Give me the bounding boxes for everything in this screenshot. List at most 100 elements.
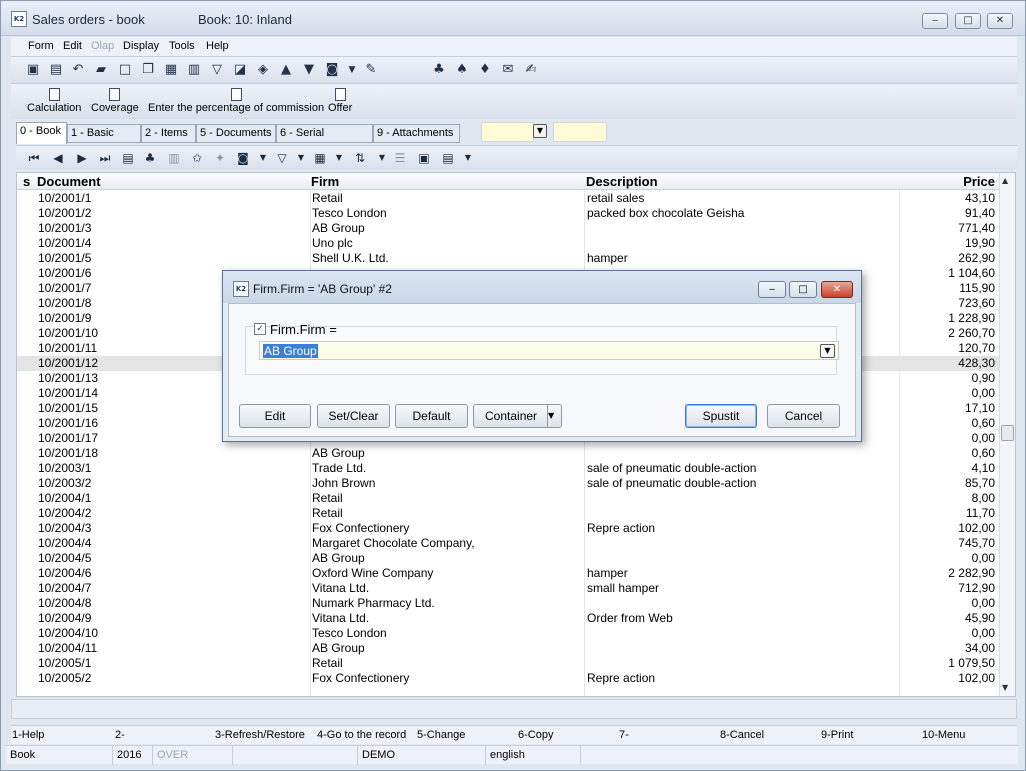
fkey-menu[interactable]: 10-Menu xyxy=(922,729,965,741)
edit-button[interactable]: Edit xyxy=(239,404,311,428)
dialog-close-button[interactable]: ✕ xyxy=(821,281,853,298)
column-document[interactable]: Document xyxy=(37,174,101,189)
table-row[interactable]: 10/2001/2 Tesco London packed box chocolat… xyxy=(17,206,1000,221)
open-folder-icon[interactable]: ▰ xyxy=(93,62,109,78)
minimize-button[interactable]: ‒ xyxy=(922,13,948,29)
find-next-icon[interactable]: ♠ xyxy=(454,62,470,78)
menu-help[interactable]: Help xyxy=(206,40,229,52)
calculation-button[interactable]: Calculation xyxy=(27,88,81,114)
binoculars-icon[interactable]: ♣ xyxy=(142,150,158,166)
fkey-print[interactable]: 9-Print xyxy=(821,729,853,741)
column-price[interactable]: Price xyxy=(901,174,995,189)
table-row[interactable]: 10/2004/4 Margaret Chocolate Company, 745,… xyxy=(17,536,1000,551)
first-record-icon[interactable]: ⏮ xyxy=(26,150,42,166)
vertical-scrollbar[interactable]: ▲ ▼ xyxy=(999,173,1015,696)
paste-icon[interactable]: ▦ xyxy=(163,62,179,78)
camera-dropdown-icon[interactable]: ▼ xyxy=(255,150,271,166)
edit-icon[interactable]: ✍ xyxy=(523,62,539,78)
next-record-icon[interactable]: ▶ xyxy=(74,150,90,166)
table-row[interactable]: 10/2005/1 Retail 1 079,50 xyxy=(17,656,1000,671)
dialog-maximize-button[interactable]: □ xyxy=(789,281,817,298)
dialog-minimize-button[interactable]: ‒ xyxy=(758,281,786,298)
fkey-cancel[interactable]: 8-Cancel xyxy=(720,729,764,741)
menu-edit[interactable]: Edit xyxy=(63,40,82,52)
fkey-refresh[interactable]: 3-Refresh/Restore xyxy=(215,729,305,741)
scroll-up-icon[interactable]: ▲ xyxy=(1002,176,1008,185)
default-button[interactable]: Default xyxy=(395,404,468,428)
table-row[interactable]: 10/2004/6 Oxford Wine Company hamper 2 282,… xyxy=(17,566,1000,581)
fkey-help[interactable]: 1-Help xyxy=(12,729,44,741)
column-s[interactable]: s xyxy=(23,174,30,189)
table-row[interactable]: 10/2003/2 John Brown sale of pneumatic dou… xyxy=(17,476,1000,491)
menu-tools[interactable]: Tools xyxy=(169,40,195,52)
set-clear-button[interactable]: Set/Clear xyxy=(317,404,390,428)
table-row[interactable]: 10/2004/7 Vitana Ltd. small hamper 712,90 xyxy=(17,581,1000,596)
find-all-icon[interactable]: ♦ xyxy=(477,62,493,78)
report-icon[interactable]: ▤ xyxy=(120,150,136,166)
filter-icon[interactable]: ▽ xyxy=(209,62,225,78)
table-row[interactable]: 10/2001/5 Shell U.K. Ltd. hamper 262,90 xyxy=(17,251,1000,266)
scroll-thumb[interactable] xyxy=(1001,425,1014,441)
menu-form[interactable]: Form xyxy=(28,40,54,52)
close-button[interactable]: ✕ xyxy=(987,13,1013,29)
filter-clear-icon[interactable]: ◪ xyxy=(232,62,248,78)
tab-documents[interactable]: 5 - Documents xyxy=(196,124,276,143)
table-row[interactable]: 10/2004/10 Tesco London 0,00 xyxy=(17,626,1000,641)
arrow-up-icon[interactable]: ▲ xyxy=(278,62,294,78)
tab-basic-data[interactable]: 1 - Basic data xyxy=(67,124,141,156)
coverage-button[interactable]: Coverage xyxy=(91,88,139,114)
find-icon[interactable]: ♣ xyxy=(431,62,447,78)
camera-dropdown-icon[interactable]: ▼ xyxy=(344,62,360,78)
cancel-button[interactable]: Cancel xyxy=(767,404,840,428)
table-row[interactable]: 10/2004/8 Numark Pharmacy Ltd. 0,00 xyxy=(17,596,1000,611)
table-row[interactable]: 10/2004/9 Vitana Ltd. Order from Web 45,90 xyxy=(17,611,1000,626)
camera-icon[interactable]: ◙ xyxy=(235,150,251,166)
fkey-copy[interactable]: 6-Copy xyxy=(518,729,553,741)
star-icon[interactable]: ✩ xyxy=(189,150,205,166)
container-dropdown-icon[interactable]: ▼ xyxy=(547,405,561,427)
column-firm[interactable]: Firm xyxy=(311,174,339,189)
fkey-7[interactable]: 7- xyxy=(619,729,629,741)
copy-icon[interactable]: ❐ xyxy=(140,62,156,78)
export-icon[interactable]: ▣ xyxy=(416,150,432,166)
camera-icon[interactable]: ◙ xyxy=(324,62,340,78)
horizontal-scrollbar[interactable] xyxy=(11,699,1017,719)
firm-checkbox[interactable]: ✓ xyxy=(254,323,266,335)
fkey-2[interactable]: 2- xyxy=(115,729,125,741)
filter-icon[interactable]: ▽ xyxy=(274,150,290,166)
tools-icon[interactable]: ✎ xyxy=(363,62,379,78)
list-dropdown-icon[interactable]: ▼ xyxy=(460,150,476,166)
table-row[interactable]: 10/2004/2 Retail 11,70 xyxy=(17,506,1000,521)
scroll-down-icon[interactable]: ▼ xyxy=(1002,683,1008,692)
table-row[interactable]: 10/2001/1 Retail retail sales 43,10 xyxy=(17,191,1000,206)
table-row[interactable]: 10/2001/3 AB Group 771,40 xyxy=(17,221,1000,236)
tab-book[interactable]: 0 - Book xyxy=(16,122,67,144)
mail-icon[interactable]: ✉ xyxy=(500,62,516,78)
save-as-icon[interactable]: ▤ xyxy=(48,62,64,78)
sort-dropdown-icon[interactable]: ▼ xyxy=(374,150,390,166)
fkey-go-to-record[interactable]: 4-Go to the record xyxy=(317,729,406,741)
last-record-icon[interactable]: ⏭ xyxy=(97,150,113,166)
table-row[interactable]: 10/2005/2 Fox Confectionery Repre action 10… xyxy=(17,671,1000,686)
column-icon[interactable]: ▦ xyxy=(312,150,328,166)
undo-icon[interactable]: ↶ xyxy=(70,62,86,78)
table-row[interactable]: 10/2004/5 AB Group 0,00 xyxy=(17,551,1000,566)
firm-value-field[interactable]: AB Group ▼ xyxy=(259,341,839,360)
fkey-change[interactable]: 5-Change xyxy=(417,729,465,741)
layers-icon[interactable]: ◈ xyxy=(255,62,271,78)
run-button[interactable]: Spustit xyxy=(685,404,757,428)
new-document-icon[interactable]: □ xyxy=(117,62,133,78)
save-icon[interactable]: ▣ xyxy=(25,62,41,78)
table-row[interactable]: 10/2004/3 Fox Confectionery Repre action 10… xyxy=(17,521,1000,536)
tab-selector-dropdown[interactable]: ▼ xyxy=(533,124,547,138)
tab-serial-numbers[interactable]: 6 - Serial numbers xyxy=(276,124,373,156)
firm-dropdown-icon[interactable]: ▼ xyxy=(820,344,835,358)
tab-items[interactable]: 2 - Items xyxy=(141,124,196,143)
table-row[interactable]: 10/2001/18 AB Group 0,60 xyxy=(17,446,1000,461)
sort-icon[interactable]: ⇅ xyxy=(352,150,368,166)
column-description[interactable]: Description xyxy=(586,174,658,189)
table-row[interactable]: 10/2003/1 Trade Ltd. sale of pneumatic dou… xyxy=(17,461,1000,476)
arrow-down-icon[interactable]: ▼ xyxy=(301,62,317,78)
column-dropdown-icon[interactable]: ▼ xyxy=(331,150,347,166)
tab-attachments[interactable]: 9 - Attachments xyxy=(373,124,460,143)
